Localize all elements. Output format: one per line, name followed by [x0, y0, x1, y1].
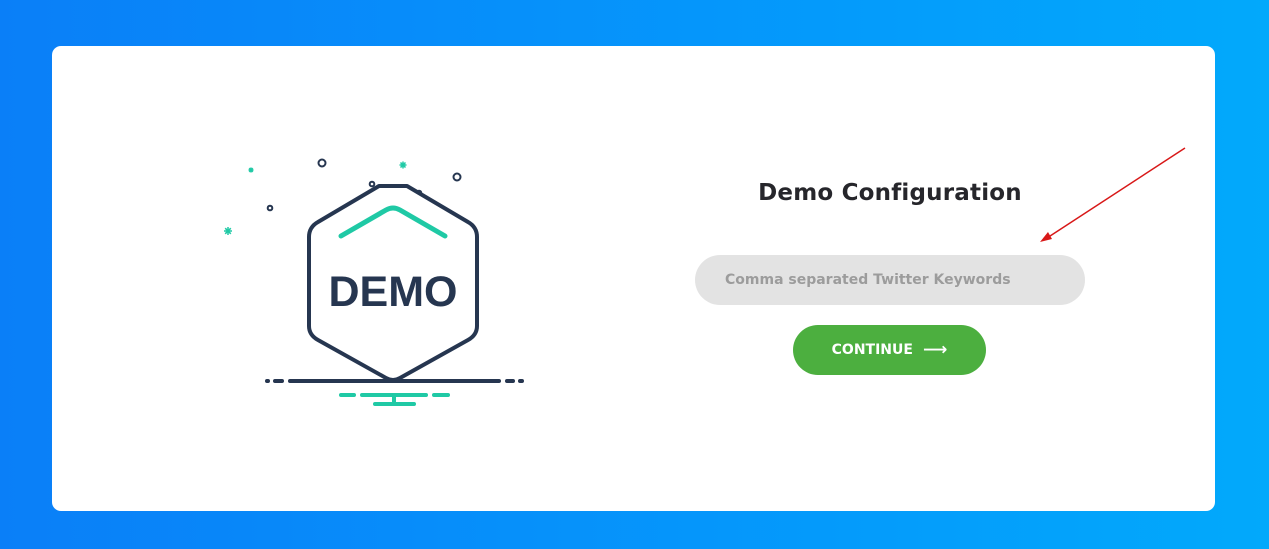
continue-label: CONTINUE [831, 342, 913, 358]
twitter-keywords-input[interactable] [695, 255, 1085, 305]
continue-button[interactable]: CONTINUE ⟶ [793, 325, 986, 375]
config-card: DEMO Demo Configuration CONTINUE ⟶ [52, 46, 1215, 511]
illustration-label: DEMO [329, 268, 458, 316]
reflection-lines [339, 393, 450, 406]
arrow-right-icon: ⟶ [922, 339, 948, 360]
demo-illustration: DEMO [212, 156, 532, 416]
page-title: Demo Configuration [758, 180, 1022, 206]
